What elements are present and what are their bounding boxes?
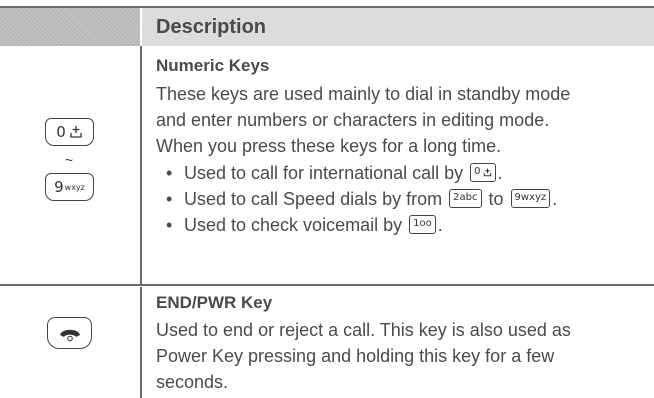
end-pwr-heading: END/PWR Key — [156, 293, 273, 312]
column-divider — [140, 287, 142, 398]
handset-icon — [59, 329, 80, 342]
zero-key-icon: 0 — [45, 118, 94, 146]
two-key-icon: 2abc — [449, 188, 482, 208]
column-divider — [140, 46, 142, 285]
row-divider — [0, 284, 654, 286]
range-mark: ~ — [64, 152, 74, 168]
plus-sign-icon — [70, 126, 82, 138]
header-title: Description — [156, 16, 267, 38]
end-pwr-line-3: seconds. — [156, 372, 229, 392]
numeric-keys-line-1: These keys are used mainly to dial in st… — [156, 84, 571, 104]
nine-key-icon: 9wxyz — [45, 173, 94, 201]
zero-key-label: 0 — [56, 123, 66, 141]
numeric-keys-line-2: and enter numbers or characters in editi… — [156, 110, 550, 130]
numeric-keys-heading: Numeric Keys — [156, 56, 270, 75]
end-pwr-line-2: Power Key pressing and holding this key … — [156, 346, 555, 366]
nine-key-icon: 9wxyz — [510, 188, 551, 208]
bullet-international-call: • Used to call for international call by … — [166, 162, 503, 183]
bullet-speed-dials: • Used to call Speed dials by from 2abc t… — [166, 188, 558, 209]
bullet-voicemail: • Used to check voicemail by 1oo. — [166, 214, 443, 235]
zero-key-icon: 0 — [470, 162, 496, 182]
nine-key-label: 9 — [54, 178, 64, 196]
one-key-icon: 1oo — [409, 214, 436, 234]
header-key-column — [0, 8, 140, 46]
nine-key-letters: wxyz — [64, 182, 85, 192]
end-call-icon — [47, 317, 92, 349]
numeric-keys-line-3: When you press these keys for a long tim… — [156, 136, 502, 156]
end-pwr-line-1: Used to end or reject a call. This key i… — [156, 320, 571, 340]
